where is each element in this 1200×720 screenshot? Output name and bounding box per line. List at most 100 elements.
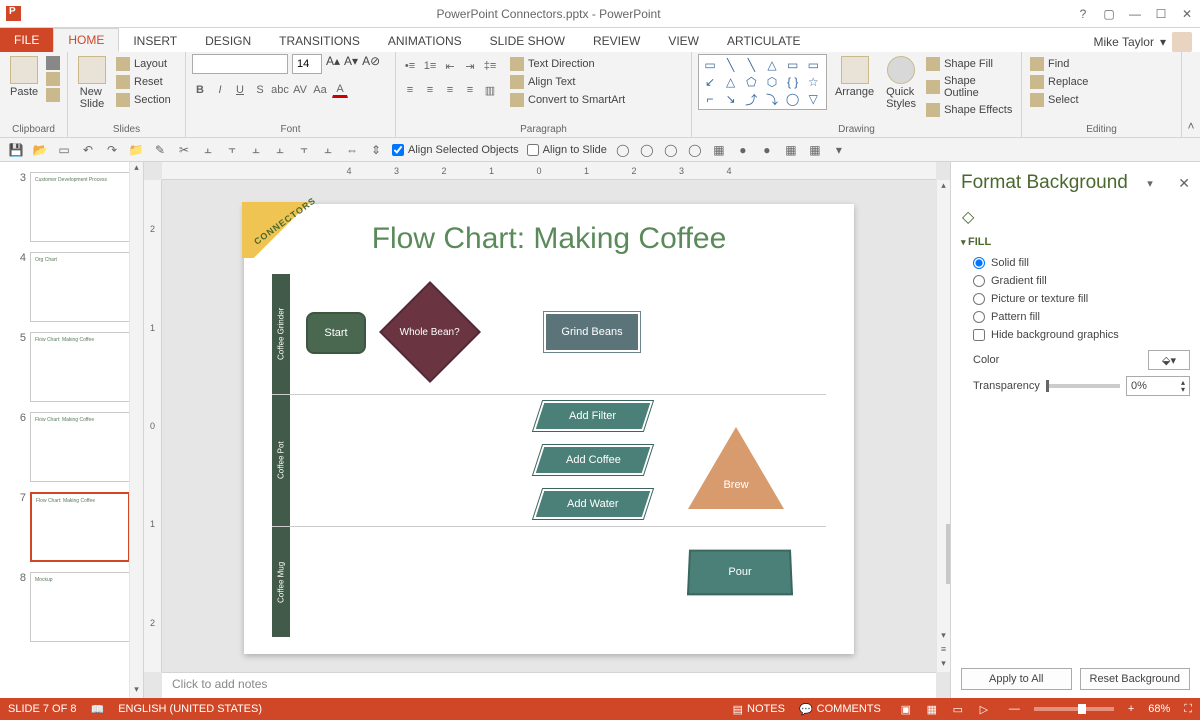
- tab-insert[interactable]: INSERT: [119, 30, 191, 52]
- qat-circ2-icon[interactable]: ●: [759, 142, 775, 158]
- transparency-slider[interactable]: [1046, 384, 1120, 388]
- fill-section-head[interactable]: FILL: [961, 236, 1190, 248]
- qat-save-icon[interactable]: 💾: [8, 142, 24, 158]
- chevron-down-icon[interactable]: ▾: [1160, 35, 1166, 49]
- text-direction-button[interactable]: Text Direction: [508, 56, 627, 72]
- fill-category-icon[interactable]: [961, 206, 983, 228]
- line-spacing-icon[interactable]: ‡≡: [482, 58, 498, 74]
- arrange-button[interactable]: Arrange: [831, 54, 878, 100]
- qat-shape1-icon[interactable]: ◯: [615, 142, 631, 158]
- qat-dist-h-icon[interactable]: ⇔: [344, 142, 360, 158]
- qat-align-middle-icon[interactable]: ⫟: [296, 142, 312, 158]
- slideshow-view-icon[interactable]: ▷: [973, 703, 995, 716]
- qat-group-icon[interactable]: ▦: [711, 142, 727, 158]
- qat-folder-icon[interactable]: 📁: [128, 142, 144, 158]
- convert-smartart-button[interactable]: Convert to SmartArt: [508, 92, 627, 108]
- slide-thumb-5[interactable]: Flow Chart: Making Coffee: [30, 332, 130, 402]
- shadow-icon[interactable]: S: [252, 82, 268, 98]
- collapse-ribbon-icon[interactable]: ˄: [1182, 52, 1200, 137]
- fit-window-icon[interactable]: ⛶: [1184, 703, 1192, 716]
- zoom-value[interactable]: 68%: [1148, 703, 1170, 715]
- tab-transitions[interactable]: TRANSITIONS: [265, 30, 374, 52]
- qat-circ1-icon[interactable]: ●: [735, 142, 751, 158]
- decrease-font-icon[interactable]: A▾: [344, 54, 358, 74]
- shape-brew[interactable]: Brew: [688, 427, 784, 509]
- editor-scrollbar[interactable]: ▴▾≡▾: [936, 180, 950, 672]
- tab-design[interactable]: DESIGN: [191, 30, 265, 52]
- close-pane-icon[interactable]: ✕: [1178, 175, 1190, 192]
- bullets-icon[interactable]: •≡: [402, 58, 418, 74]
- italic-icon[interactable]: I: [212, 82, 228, 98]
- ribbon-display-icon[interactable]: ▢: [1096, 4, 1122, 24]
- cut-icon[interactable]: [46, 56, 60, 70]
- user-name[interactable]: Mike Taylor: [1094, 35, 1154, 49]
- align-selected-checkbox[interactable]: Align Selected Objects: [392, 144, 519, 156]
- qat-shape2-icon[interactable]: ◯: [639, 142, 655, 158]
- strike-icon[interactable]: abc: [272, 82, 288, 98]
- slide-position[interactable]: SLIDE 7 OF 8: [8, 703, 76, 715]
- slide-canvas[interactable]: CONNECTORS Flow Chart: Making Coffee Cof…: [244, 204, 854, 654]
- quick-styles-button[interactable]: Quick Styles: [882, 54, 920, 112]
- char-spacing-icon[interactable]: AV: [292, 82, 308, 98]
- qat-dist-v-icon[interactable]: ⇕: [368, 142, 384, 158]
- slide-thumb-7[interactable]: Flow Chart: Making Coffee: [30, 492, 130, 562]
- qat-new-icon[interactable]: ▭: [56, 142, 72, 158]
- paste-button[interactable]: Paste: [6, 54, 42, 100]
- new-slide-button[interactable]: New Slide: [74, 54, 110, 112]
- align-text-button[interactable]: Align Text: [508, 74, 627, 90]
- replace-button[interactable]: Replace: [1028, 74, 1090, 90]
- reset-bg-button[interactable]: Reset Background: [1080, 668, 1191, 690]
- bold-icon[interactable]: B: [192, 82, 208, 98]
- columns-icon[interactable]: ▥: [482, 82, 498, 98]
- tab-view[interactable]: VIEW: [654, 30, 713, 52]
- slide-thumb-4[interactable]: Org Chart: [30, 252, 130, 322]
- language-status[interactable]: ENGLISH (UNITED STATES): [118, 703, 262, 715]
- qat-align-left-icon[interactable]: ⫠: [200, 142, 216, 158]
- close-icon[interactable]: ✕: [1174, 4, 1200, 24]
- picture-fill-radio[interactable]: Picture or texture fill: [961, 290, 1190, 308]
- maximize-icon[interactable]: ☐: [1148, 4, 1174, 24]
- shape-decision[interactable]: Whole Bean?: [379, 281, 481, 383]
- sorter-view-icon[interactable]: ▦: [921, 703, 943, 716]
- qat-open-icon[interactable]: 📂: [32, 142, 48, 158]
- solid-fill-radio[interactable]: Solid fill: [961, 254, 1190, 272]
- shape-water[interactable]: Add Water: [533, 489, 653, 519]
- layout-button[interactable]: Layout: [114, 56, 173, 72]
- increase-indent-icon[interactable]: ⇥: [462, 58, 478, 74]
- apply-all-button[interactable]: Apply to All: [961, 668, 1072, 690]
- pane-menu-icon[interactable]: ▾: [1147, 177, 1159, 190]
- increase-font-icon[interactable]: A▴: [326, 54, 340, 74]
- shapes-gallery[interactable]: ▭╲╲△▭▭ ↙△⬠⬡{ }☆ ⌐↘⤴⤵◯▽: [698, 54, 827, 110]
- notes-button[interactable]: ▤NOTES: [733, 703, 785, 716]
- minimize-icon[interactable]: —: [1122, 4, 1148, 24]
- shape-grind[interactable]: Grind Beans: [544, 312, 640, 352]
- tab-review[interactable]: REVIEW: [579, 30, 654, 52]
- qat-misc3-icon[interactable]: ▦: [783, 142, 799, 158]
- shape-fill-button[interactable]: Shape Fill: [924, 56, 1015, 72]
- shape-coffee[interactable]: Add Coffee: [533, 445, 653, 475]
- qat-undo-icon[interactable]: ↶: [80, 142, 96, 158]
- qat-align-top-icon[interactable]: ⫠: [272, 142, 288, 158]
- qat-misc2-icon[interactable]: ✂: [176, 142, 192, 158]
- shape-filter[interactable]: Add Filter: [533, 401, 653, 431]
- clear-format-icon[interactable]: A⊘: [362, 54, 380, 74]
- help-icon[interactable]: ?: [1070, 4, 1096, 24]
- copy-icon[interactable]: [46, 72, 60, 86]
- decrease-indent-icon[interactable]: ⇤: [442, 58, 458, 74]
- qat-more-icon[interactable]: ▾: [831, 142, 847, 158]
- tab-slideshow[interactable]: SLIDE SHOW: [476, 30, 579, 52]
- font-size-input[interactable]: [292, 54, 322, 74]
- align-slide-checkbox[interactable]: Align to Slide: [527, 144, 607, 156]
- justify-icon[interactable]: ≡: [462, 82, 478, 98]
- zoom-slider[interactable]: [1034, 707, 1114, 711]
- align-left-icon[interactable]: ≡: [402, 82, 418, 98]
- color-picker[interactable]: ⬙▾: [1148, 350, 1190, 370]
- shape-outline-button[interactable]: Shape Outline: [924, 74, 1015, 100]
- shape-start[interactable]: Start: [306, 312, 366, 354]
- tab-animations[interactable]: ANIMATIONS: [374, 30, 476, 52]
- qat-shape3-icon[interactable]: ◯: [663, 142, 679, 158]
- pattern-fill-radio[interactable]: Pattern fill: [961, 308, 1190, 326]
- gradient-fill-radio[interactable]: Gradient fill: [961, 272, 1190, 290]
- tab-articulate[interactable]: ARTICULATE: [713, 30, 815, 52]
- qat-misc1-icon[interactable]: ✎: [152, 142, 168, 158]
